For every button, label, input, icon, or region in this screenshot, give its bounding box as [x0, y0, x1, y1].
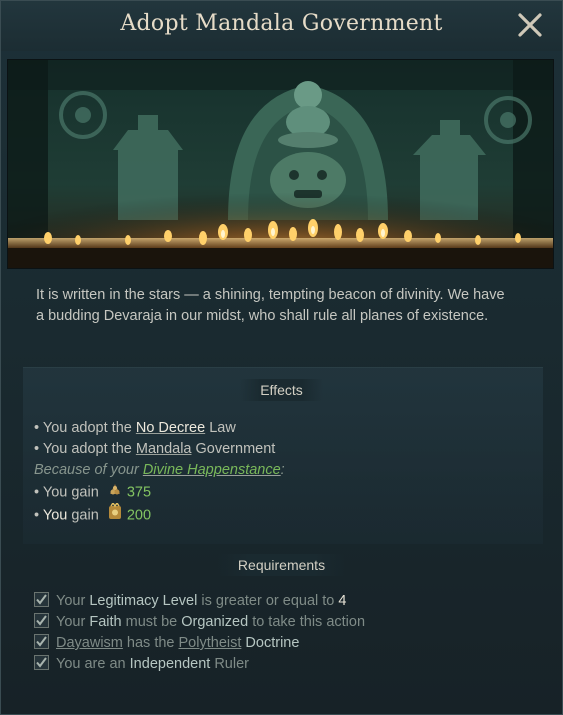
effects-list: • You adopt the No Decree Law • You adop…	[34, 418, 504, 525]
checkbox-checked-icon	[34, 613, 49, 628]
because-text: Because of your	[34, 462, 139, 478]
bullet: •	[34, 484, 40, 501]
doctrine-term[interactable]: Doctrine	[245, 635, 299, 651]
event-window: Adopt Mandala Government It is written i…	[0, 0, 563, 715]
no-decree-link[interactable]: No Decree	[136, 420, 205, 436]
req-text: You are an	[56, 656, 126, 672]
requirement-doctrine: Dayawism has the Polytheist Doctrine	[34, 633, 524, 654]
gold-gain-value: 375	[126, 484, 152, 501]
requirements-list: Your Legitimacy Level is greater or equa…	[34, 591, 524, 675]
gold-coins-icon	[107, 481, 123, 504]
req-text: is greater or equal to	[201, 593, 335, 609]
close-button[interactable]	[516, 11, 544, 39]
requirement-independent: You are an Independent Ruler	[34, 654, 524, 675]
req-text: to take this action	[252, 614, 366, 630]
effect-text: Government	[195, 441, 276, 457]
divine-happenstance-link[interactable]: Divine Happenstance	[143, 462, 281, 478]
dayawism-link[interactable]: Dayawism	[56, 635, 123, 651]
checkbox-checked-icon	[34, 634, 49, 649]
requirements-heading: Requirements	[217, 554, 346, 576]
effect-text: Law	[209, 420, 236, 436]
req-text: Your	[56, 593, 86, 609]
polytheist-link[interactable]: Polytheist	[179, 635, 242, 651]
requirements-header: Requirements	[1, 554, 562, 576]
checkbox-checked-icon	[34, 592, 49, 607]
checkbox-checked-icon	[34, 655, 49, 670]
because-colon: :	[280, 462, 285, 478]
because-line: Because of your Divine Happenstance:	[34, 460, 504, 481]
effect-gain-gold: • You gain 375	[34, 481, 504, 503]
req-text: Your	[56, 614, 86, 630]
event-illustration	[7, 59, 554, 269]
title-bar: Adopt Mandala Government	[1, 1, 562, 51]
effects-heading: Effects	[240, 379, 323, 401]
requirement-faith: Your Faith must be Organized to take thi…	[34, 612, 524, 633]
gain-you: You	[42, 507, 68, 524]
effects-header: Effects	[1, 379, 562, 401]
organized-term[interactable]: Organized	[181, 614, 248, 630]
bullet: •	[34, 420, 40, 436]
effect-text: You adopt the	[42, 420, 132, 436]
requirement-legitimacy: Your Legitimacy Level is greater or equa…	[34, 591, 524, 612]
legitimacy-gain-value: 200	[126, 507, 152, 524]
gain-text: gain	[71, 507, 99, 524]
mandala-link[interactable]: Mandala	[136, 441, 192, 457]
faith-term[interactable]: Faith	[89, 614, 121, 630]
req-text: must be	[125, 614, 178, 630]
legitimacy-level-term[interactable]: Legitimacy Level	[89, 593, 197, 609]
bullet: •	[34, 507, 40, 524]
effect-text: You adopt the	[42, 441, 132, 457]
req-text: has the	[126, 635, 175, 651]
independent-term[interactable]: Independent	[130, 656, 211, 672]
gain-text: You gain	[42, 484, 99, 501]
effect-law: • You adopt the No Decree Law	[34, 418, 504, 439]
close-icon	[518, 13, 542, 37]
legitimacy-icon	[107, 501, 123, 528]
bullet: •	[34, 441, 40, 457]
req-text: Ruler	[214, 656, 249, 672]
legitimacy-threshold: 4	[338, 593, 347, 609]
effect-government: • You adopt the Mandala Government	[34, 439, 504, 460]
event-description: It is written in the stars — a shining, …	[36, 287, 505, 324]
window-title: Adopt Mandala Government	[120, 11, 443, 36]
effect-gain-legitimacy: • You gain 200	[34, 501, 504, 528]
